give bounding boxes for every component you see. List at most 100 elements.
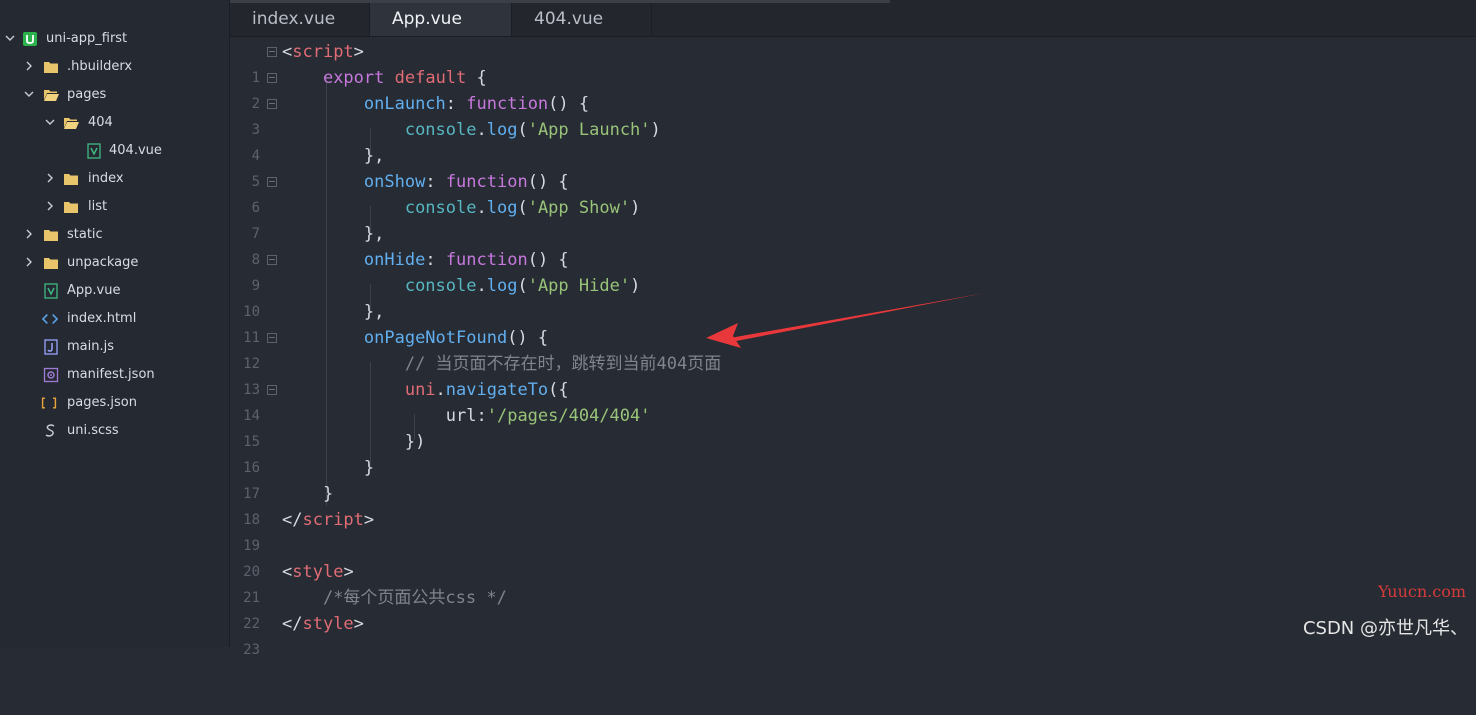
folder-icon [64, 202, 78, 213]
tree-item-label: index.html [67, 311, 137, 326]
tab-index-vue[interactable]: index.vue [230, 3, 370, 36]
code-line: 11 }, [230, 299, 1476, 346]
code-token: > [363, 510, 375, 530]
code-token: () { [527, 172, 569, 192]
code-token: > [343, 562, 354, 582]
code-token: > [353, 614, 364, 634]
code-line: 15 url:'/pages/404/404' [230, 403, 1476, 450]
project-explorer: uni-app_first .hbuilderx pages 404 404.v… [0, 0, 230, 647]
code-token: console [404, 276, 477, 296]
tree-item-uni-scss[interactable]: uni.scss [0, 417, 229, 445]
code-line: 2 export default { [230, 65, 1476, 112]
code-token: }, [363, 146, 385, 166]
tree-item-list-folder[interactable]: list [0, 193, 229, 221]
code-token: onShow [363, 172, 426, 192]
chevron-right-icon[interactable] [45, 173, 55, 183]
tree-item-label: 404 [88, 115, 113, 130]
code-token: log [486, 198, 518, 218]
code-token: . [476, 276, 487, 296]
code-line: 6 onShow: function() { [230, 169, 1476, 216]
code-token: export [322, 68, 385, 88]
tab-app-vue[interactable]: App.vue [370, 3, 512, 36]
tree-item-unpackage[interactable]: unpackage [0, 249, 229, 277]
code-token: onHide [363, 250, 426, 270]
code-editor[interactable]: 1 <script> 2 export default { 3 onLaunch… [230, 37, 1476, 658]
author-watermark: CSDN @亦世凡华、 [1302, 618, 1468, 639]
code-line: 8 }, [230, 221, 1476, 268]
tree-item-pages[interactable]: pages [0, 81, 229, 109]
code-token: '/pages/404/404' [486, 406, 651, 426]
folder-icon [44, 230, 58, 241]
code-token: > [353, 42, 364, 62]
code-token: ( [517, 120, 528, 140]
fold-toggle-icon[interactable] [267, 73, 277, 83]
tree-item-label: pages [67, 87, 107, 102]
code-token: url [445, 406, 477, 426]
code-token: default [394, 68, 467, 88]
code-token: ) [650, 120, 661, 140]
code-token: script [292, 42, 354, 62]
fold-toggle-icon[interactable] [267, 333, 277, 343]
fold-toggle-icon[interactable] [267, 177, 277, 187]
folder-icon [44, 258, 58, 269]
tree-item-hbuilderx[interactable]: .hbuilderx [0, 53, 229, 81]
code-line: 14 uni.navigateTo({ [230, 377, 1476, 424]
tab-404-vue[interactable]: 404.vue [512, 3, 652, 36]
tree-item-label: .hbuilderx [67, 59, 133, 74]
tree-item-main-js[interactable]: main.js [0, 333, 229, 361]
manifest-file-icon [43, 367, 59, 383]
code-line: 9 onHide: function() { [230, 247, 1476, 294]
tree-item-app-vue[interactable]: App.vue [0, 277, 229, 305]
tree-item-label: 404.vue [109, 143, 162, 158]
chevron-down-icon[interactable] [45, 117, 55, 127]
tree-item-index-html[interactable]: index.html [0, 305, 229, 333]
tree-item-label: manifest.json [67, 367, 155, 382]
code-token: { [476, 68, 487, 88]
chevron-down-icon[interactable] [5, 33, 15, 43]
uniapp-project-icon [23, 32, 37, 46]
code-token: console [404, 198, 477, 218]
chevron-right-icon[interactable] [45, 201, 55, 211]
code-token: : [425, 172, 436, 192]
tree-item-404-vue[interactable]: 404.vue [0, 137, 229, 165]
fold-toggle-icon[interactable] [267, 255, 277, 265]
code-token: ({ [548, 380, 569, 400]
code-token: }, [363, 302, 385, 322]
tree-item-root[interactable]: uni-app_first [0, 25, 229, 53]
code-token: log [486, 120, 518, 140]
code-line: 5 }, [230, 143, 1476, 190]
tree-item-index-folder[interactable]: index [0, 165, 229, 193]
fold-toggle-icon[interactable] [267, 385, 277, 395]
tree-item-static[interactable]: static [0, 221, 229, 249]
code-line: 10 console.log('App Hide') [230, 273, 1476, 320]
code-token: script [302, 510, 364, 530]
chevron-right-icon[interactable] [24, 229, 34, 239]
chevron-down-icon[interactable] [24, 89, 34, 99]
code-line: 22 /*每个页面公共css */ [230, 585, 1476, 632]
tree-item-404-folder[interactable]: 404 [0, 109, 229, 137]
code-line: 18 } [230, 481, 1476, 528]
fold-toggle-icon[interactable] [267, 47, 277, 57]
code-token: console [404, 120, 477, 140]
code-token: : [425, 250, 436, 270]
folder-open-icon [44, 90, 59, 101]
code-token: navigateTo [445, 380, 549, 400]
chevron-right-icon[interactable] [24, 257, 34, 267]
code-token: function [445, 250, 528, 270]
json-file-icon [41, 397, 57, 409]
fold-toggle-icon[interactable] [267, 99, 277, 109]
code-comment: /*每个页面公共css */ [322, 588, 507, 608]
code-token: < [282, 562, 293, 582]
code-token: ( [517, 198, 528, 218]
scss-file-icon [45, 424, 55, 437]
code-token: log [486, 276, 518, 296]
chevron-right-icon[interactable] [24, 61, 34, 71]
code-line: 4 console.log('App Launch') [230, 117, 1476, 164]
code-token: < [282, 42, 293, 62]
code-line: 7 console.log('App Show') [230, 195, 1476, 242]
tree-item-manifest-json[interactable]: manifest.json [0, 361, 229, 389]
code-line: 21 <style> [230, 559, 1476, 606]
tree-item-label: uni.scss [67, 423, 119, 438]
tree-item-pages-json[interactable]: pages.json [0, 389, 229, 417]
code-token: : [445, 94, 457, 114]
